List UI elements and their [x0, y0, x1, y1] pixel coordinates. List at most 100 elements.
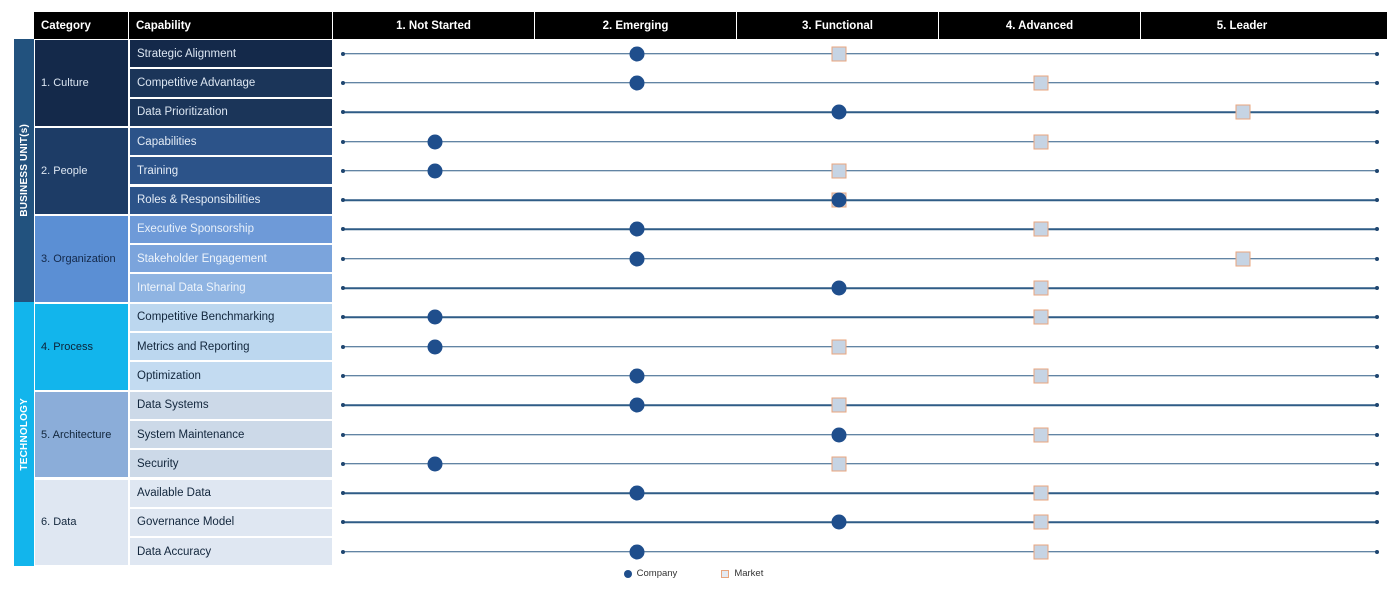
market-marker[interactable] [1033, 485, 1049, 501]
axis-line [343, 82, 1377, 84]
axis-endpoint-left [341, 491, 345, 496]
plot-row [333, 215, 1387, 244]
axis-endpoint-right [1375, 51, 1379, 56]
capability-cell: Data Systems [129, 390, 333, 420]
market-marker[interactable] [1033, 134, 1049, 150]
market-marker[interactable] [831, 397, 847, 413]
company-marker[interactable] [629, 251, 645, 267]
capability-cell: Data Accuracy [129, 537, 333, 567]
axis-line [343, 375, 1377, 377]
legend-item-company: Company [623, 568, 677, 579]
market-marker[interactable] [1033, 309, 1049, 325]
company-marker[interactable] [629, 221, 645, 237]
capability-cell: Stakeholder Engagement [129, 244, 333, 274]
market-marker[interactable] [1033, 544, 1049, 560]
header-level-4: 4. Advanced [939, 12, 1141, 39]
company-marker[interactable] [427, 309, 443, 325]
category-label: 4. Process [41, 340, 93, 353]
section-rail-1: BUSINESS UNIT(s) [14, 39, 34, 302]
axis-endpoint-right [1375, 344, 1379, 349]
plot-row [333, 449, 1387, 478]
market-marker[interactable] [1033, 221, 1049, 237]
market-marker[interactable] [831, 163, 847, 179]
capability-cell: Capabilities [129, 126, 333, 157]
capability-label: Data Prioritization [137, 106, 228, 119]
market-marker[interactable] [1033, 368, 1049, 384]
plot-row [333, 332, 1387, 361]
axis-endpoint-left [341, 432, 345, 437]
maturity-assessment-chart: BUSINESS UNIT(s) TECHNOLOGY Category Capa… [0, 0, 1387, 603]
category-label: 5. Architecture [41, 428, 112, 441]
section-rail-label: BUSINESS UNIT(s) [18, 124, 30, 217]
plot-row [333, 537, 1387, 566]
capability-label: Governance Model [137, 516, 235, 529]
header-level-5: 5. Leader [1216, 19, 1268, 32]
company-marker[interactable] [831, 427, 847, 443]
market-marker[interactable] [1033, 75, 1049, 91]
company-marker[interactable] [629, 544, 645, 560]
company-marker[interactable] [629, 75, 645, 91]
axis-endpoint-right [1375, 432, 1379, 437]
company-marker[interactable] [831, 280, 847, 296]
legend-label-market: Market [734, 568, 764, 579]
capability-label: Training [137, 164, 179, 177]
category-cell-3: 3. Organization [34, 214, 129, 303]
company-marker[interactable] [831, 514, 847, 530]
company-marker[interactable] [427, 339, 443, 355]
market-marker[interactable] [831, 46, 847, 62]
category-cell-4: 4. Process [34, 302, 129, 391]
axis-endpoint-left [341, 168, 345, 173]
market-marker[interactable] [1235, 104, 1251, 120]
company-marker[interactable] [427, 134, 443, 150]
market-marker[interactable] [1033, 427, 1049, 443]
section-rail-label: TECHNOLOGY [18, 397, 30, 471]
axis-line [343, 199, 1377, 201]
header-level-2: 2. Emerging [535, 12, 737, 39]
company-marker[interactable] [629, 368, 645, 384]
header-category: Category [34, 12, 129, 39]
capability-cell: Training [129, 156, 333, 186]
axis-endpoint-right [1375, 373, 1379, 378]
axis-endpoint-left [341, 51, 345, 56]
axis-line [343, 433, 1377, 436]
plot-row [333, 508, 1387, 537]
company-marker[interactable] [427, 456, 443, 472]
axis-line [343, 345, 1377, 348]
capability-label: Competitive Advantage [137, 76, 256, 89]
company-marker[interactable] [427, 163, 443, 179]
plot-row [333, 361, 1387, 390]
company-marker[interactable] [831, 192, 847, 208]
plot-row [333, 127, 1387, 156]
axis-endpoint-right [1375, 227, 1379, 232]
company-marker[interactable] [629, 485, 645, 501]
category-cell-6: 6. Data [34, 478, 129, 567]
plot-row [333, 479, 1387, 508]
capability-cell: Data Prioritization [129, 97, 333, 127]
axis-endpoint-left [341, 520, 345, 525]
plot-row [333, 303, 1387, 332]
category-label: 2. People [41, 164, 88, 177]
company-marker[interactable] [629, 46, 645, 62]
market-marker[interactable] [831, 456, 847, 472]
capability-label: Security [137, 457, 179, 470]
axis-endpoint-left [341, 549, 345, 554]
axis-endpoint-right [1375, 80, 1379, 85]
axis-endpoint-left [341, 139, 345, 144]
capability-label: Strategic Alignment [137, 47, 237, 60]
company-marker[interactable] [629, 397, 645, 413]
market-marker[interactable] [1235, 251, 1251, 267]
axis-endpoint-left [341, 110, 345, 115]
chart-legend: Company Market [0, 568, 1387, 579]
capability-cell: Security [129, 449, 333, 479]
company-marker-icon [623, 569, 632, 578]
plot-row [333, 186, 1387, 215]
market-marker[interactable] [1033, 514, 1049, 530]
company-marker[interactable] [831, 104, 847, 120]
axis-line [343, 140, 1377, 143]
market-marker[interactable] [831, 339, 847, 355]
market-marker[interactable] [1033, 280, 1049, 296]
capability-cell: Internal Data Sharing [129, 273, 333, 303]
capability-cell: Competitive Advantage [129, 68, 333, 98]
section-rail-2: TECHNOLOGY [14, 302, 34, 566]
category-cell-2: 2. People [34, 126, 129, 215]
